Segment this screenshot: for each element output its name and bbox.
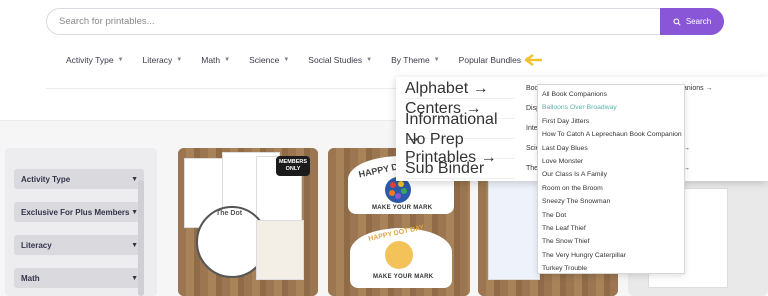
- menu-item-sub-binder[interactable]: Sub Binder: [405, 159, 515, 179]
- nav-science[interactable]: Science ▼: [249, 55, 289, 65]
- chevron-down-icon: ▼: [366, 57, 373, 63]
- sidebar-scrollbar[interactable]: [138, 180, 144, 296]
- nav-literacy[interactable]: Literacy ▼: [143, 55, 183, 65]
- book-companions-submenu: All Book Companions Balloons Over Broadw…: [537, 84, 685, 274]
- nav-social-studies[interactable]: Social Studies ▼: [308, 55, 372, 65]
- submenu-item[interactable]: How To Catch A Leprechaun Book Companion: [542, 128, 682, 141]
- submenu-item[interactable]: The Snow Thief: [542, 235, 682, 248]
- submenu-item[interactable]: Love Monster: [542, 155, 682, 168]
- nav-label: Science: [249, 55, 280, 65]
- chevron-down-icon: ▼: [283, 57, 290, 63]
- chevron-down-icon: ▼: [131, 241, 138, 249]
- filter-label: Exclusive For Plus Members: [21, 207, 130, 217]
- submenu-item[interactable]: The Dot: [542, 209, 682, 222]
- chevron-down-icon: ▼: [131, 208, 138, 216]
- yellow-dot-icon: [385, 241, 413, 269]
- nav-popular-bundles[interactable]: Popular Bundles ▼: [459, 55, 531, 65]
- worksheet-image: [488, 180, 540, 280]
- submenu-item[interactable]: Turkey Trouble: [542, 262, 682, 275]
- submenu-item[interactable]: Balloons Over Broadway: [542, 101, 682, 114]
- submenu-item[interactable]: Sneezy The Snowman: [542, 195, 682, 208]
- filter-activity-type[interactable]: Activity Type ▼: [14, 169, 144, 189]
- submenu-item[interactable]: Last Day Blues: [542, 142, 682, 155]
- nav-label: By Theme: [391, 55, 430, 65]
- search-button-label: Search: [685, 17, 712, 26]
- nav-label: Social Studies: [308, 55, 363, 65]
- filter-label: Activity Type: [21, 174, 71, 184]
- worksheet-image: [256, 220, 304, 280]
- chevron-down-icon: ▼: [131, 274, 138, 282]
- search-button[interactable]: Search: [660, 8, 724, 35]
- crown-caption: MAKE YOUR MARK: [372, 205, 433, 211]
- chevron-down-icon: ▼: [131, 175, 138, 183]
- nav-activity-type[interactable]: Activity Type ▼: [66, 55, 124, 65]
- menu-item-alphabet[interactable]: Alphabet →: [405, 79, 515, 99]
- filter-label: Math: [21, 273, 40, 283]
- filter-literacy[interactable]: Literacy ▼: [14, 235, 144, 255]
- menu-item-interactive[interactable]: Inte: [526, 125, 538, 132]
- filter-math[interactable]: Math ▼: [14, 268, 144, 288]
- main-nav: Activity Type ▼ Literacy ▼ Math ▼ Science ▼ …: [66, 55, 531, 65]
- menu-item-no-prep[interactable]: No Prep Printables →: [405, 131, 515, 166]
- product-card[interactable]: MEMBERS ONLY The Dot: [178, 148, 318, 296]
- filter-exclusive-plus[interactable]: Exclusive For Plus Members ▼: [14, 202, 144, 222]
- submenu-item[interactable]: The Very Hungry Caterpillar: [542, 249, 682, 262]
- submenu-item[interactable]: Room on the Broom: [542, 182, 682, 195]
- nav-label: Literacy: [142, 55, 173, 65]
- menu-item-companions[interactable]: anions →: [683, 85, 713, 92]
- menu-item-label: Alphabet →: [405, 79, 489, 97]
- nav-label: Math: [201, 55, 221, 65]
- menu-item-label: Sub Binder: [405, 159, 485, 177]
- chevron-down-icon: ▼: [224, 57, 231, 63]
- filter-label: Literacy: [21, 240, 52, 250]
- search-icon: [673, 17, 681, 26]
- submenu-item[interactable]: The Leaf Thief: [542, 222, 682, 235]
- nav-by-theme[interactable]: By Theme ▼: [391, 55, 440, 65]
- nav-label: Activity Type: [66, 55, 114, 65]
- crown-caption: MAKE YOUR MARK: [373, 274, 434, 280]
- submenu-item[interactable]: Our Class Is A Family: [542, 168, 682, 181]
- submenu-item[interactable]: All Book Companions: [542, 88, 682, 101]
- nav-label: Popular Bundles: [458, 55, 522, 65]
- chevron-down-icon: ▼: [117, 57, 124, 63]
- search-bar: Search: [46, 8, 724, 35]
- pointer-arrow-icon: [524, 54, 542, 66]
- card-title: The Dot: [216, 210, 243, 217]
- members-only-badge: MEMBERS ONLY: [276, 156, 310, 176]
- submenu-item[interactable]: First Day Jitters: [542, 115, 682, 128]
- search-input[interactable]: [59, 9, 649, 34]
- nav-math[interactable]: Math ▼: [201, 55, 230, 65]
- chevron-down-icon: ▼: [176, 57, 183, 63]
- chevron-down-icon: ▼: [433, 57, 440, 63]
- filter-sidebar: Activity Type ▼ Exclusive For Plus Member…: [5, 148, 157, 296]
